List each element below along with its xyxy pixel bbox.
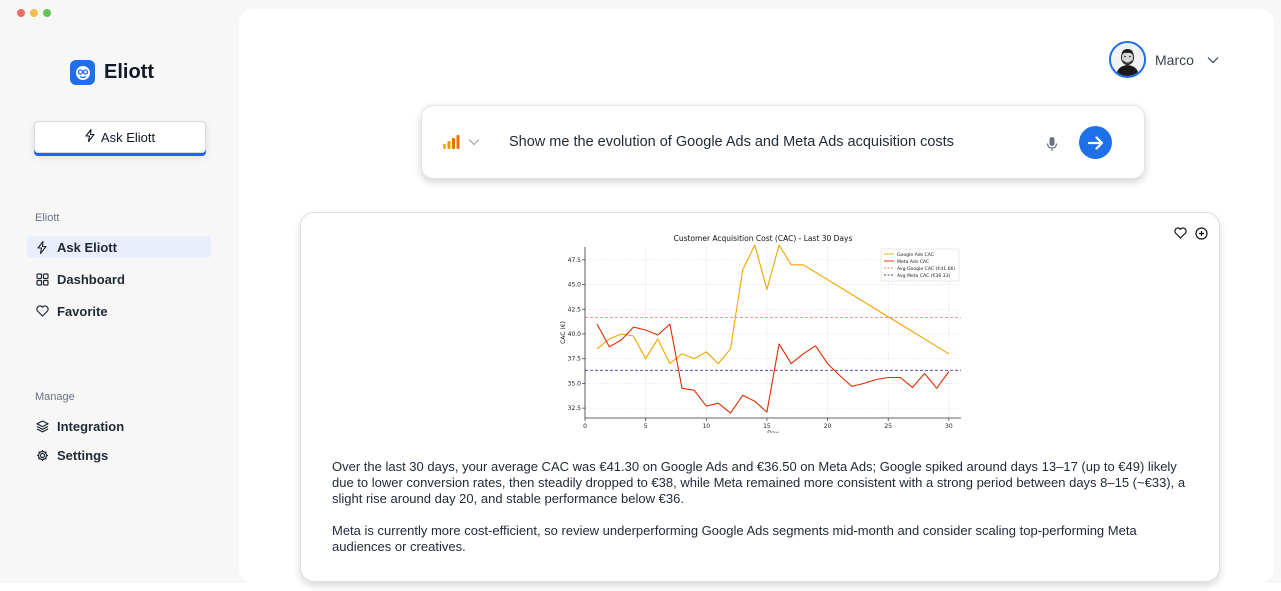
sidebar-item-label: Integration bbox=[57, 418, 125, 434]
prompt-input[interactable]: Show me the evolution of Google Ads and … bbox=[509, 134, 954, 150]
user-name: Marco bbox=[1155, 51, 1194, 68]
data-source-select[interactable] bbox=[442, 134, 480, 150]
y-tick-label: 42.5 bbox=[568, 306, 582, 313]
cac-chart: Customer Acquisition Cost (CAC) - Last 3… bbox=[556, 233, 966, 437]
sidebar-item-dashboard[interactable]: Dashboard bbox=[27, 268, 211, 290]
add-circle-icon[interactable] bbox=[1195, 227, 1208, 240]
brand-name: Eliott bbox=[104, 61, 154, 83]
series-line-1 bbox=[596, 323, 950, 414]
app-window: Eliott Ask Eliott Eliott Ask Eliott Dash… bbox=[0, 0, 1281, 583]
x-tick-label: 5 bbox=[644, 423, 648, 430]
sidebar: Eliott Ask Eliott Eliott Ask Eliott Dash… bbox=[0, 0, 238, 583]
send-button[interactable] bbox=[1079, 126, 1112, 159]
avatar bbox=[1109, 41, 1146, 78]
legend-entry: Meta Ads CAC bbox=[897, 259, 929, 265]
x-axis-label: Day bbox=[767, 430, 779, 433]
chevron-down-icon bbox=[468, 138, 480, 146]
legend-entry: Avg Meta CAC (€36.33) bbox=[897, 273, 951, 279]
sidebar-item-label: Settings bbox=[57, 447, 109, 463]
arrow-right-icon bbox=[1087, 135, 1104, 150]
layers-icon bbox=[35, 419, 49, 433]
grid-icon bbox=[35, 272, 49, 286]
sidebar-item-favorite[interactable]: Favorite bbox=[27, 300, 211, 322]
sidebar-item-ask-eliott[interactable]: Ask Eliott bbox=[27, 236, 211, 258]
y-tick-label: 40.0 bbox=[568, 331, 582, 338]
y-tick-label: 35.0 bbox=[568, 380, 582, 387]
prompt-box: Show me the evolution of Google Ads and … bbox=[421, 105, 1145, 179]
bolt-icon bbox=[85, 128, 95, 145]
result-card: Customer Acquisition Cost (CAC) - Last 3… bbox=[300, 212, 1220, 582]
x-tick-label: 15 bbox=[763, 423, 771, 430]
gear-icon bbox=[35, 448, 49, 462]
x-tick-label: 25 bbox=[884, 423, 892, 430]
y-tick-label: 37.5 bbox=[568, 356, 582, 363]
favorite-heart-icon[interactable] bbox=[1174, 227, 1187, 240]
x-tick-label: 10 bbox=[702, 423, 710, 430]
microphone-icon[interactable] bbox=[1046, 136, 1058, 157]
sidebar-item-label: Dashboard bbox=[57, 271, 125, 287]
x-tick-label: 30 bbox=[945, 423, 953, 430]
bolt-icon bbox=[35, 240, 49, 254]
chevron-down-icon bbox=[1207, 56, 1219, 64]
y-tick-label: 47.5 bbox=[568, 257, 582, 264]
cac-chart-svg: Customer Acquisition Cost (CAC) - Last 3… bbox=[560, 234, 961, 437]
sidebar-item-integration[interactable]: Integration bbox=[27, 415, 211, 437]
card-actions bbox=[1174, 227, 1208, 240]
result-summary: Over the last 30 days, your average CAC … bbox=[332, 459, 1192, 571]
legend-entry: Google Ads CAC bbox=[897, 252, 934, 258]
y-tick-label: 32.5 bbox=[568, 405, 582, 412]
chart-title: Customer Acquisition Cost (CAC) - Last 3… bbox=[674, 234, 853, 243]
summary-paragraph-2: Meta is currently more cost-efficient, s… bbox=[332, 523, 1137, 554]
section-title-eliott: Eliott bbox=[35, 212, 60, 224]
brand: Eliott bbox=[70, 60, 154, 85]
y-axis-label: CAC (€) bbox=[560, 321, 567, 344]
sidebar-item-settings[interactable]: Settings bbox=[27, 444, 211, 466]
eliott-logo-icon bbox=[70, 60, 95, 85]
sidebar-item-label: Ask Eliott bbox=[57, 239, 117, 255]
sidebar-item-label: Favorite bbox=[57, 303, 108, 319]
summary-paragraph-1: Over the last 30 days, your average CAC … bbox=[332, 459, 1186, 506]
heart-icon bbox=[35, 304, 49, 318]
user-menu[interactable]: Marco bbox=[1109, 41, 1219, 78]
ask-eliott-button[interactable]: Ask Eliott bbox=[34, 121, 206, 153]
x-tick-label: 20 bbox=[824, 423, 832, 430]
section-title-manage: Manage bbox=[35, 391, 75, 403]
legend-entry: Avg Google CAC (€41.66) bbox=[897, 266, 955, 272]
ask-eliott-button-label: Ask Eliott bbox=[100, 129, 156, 145]
y-tick-label: 45.0 bbox=[568, 282, 582, 289]
analytics-bars-icon bbox=[442, 134, 460, 150]
x-tick-label: 0 bbox=[583, 423, 587, 430]
